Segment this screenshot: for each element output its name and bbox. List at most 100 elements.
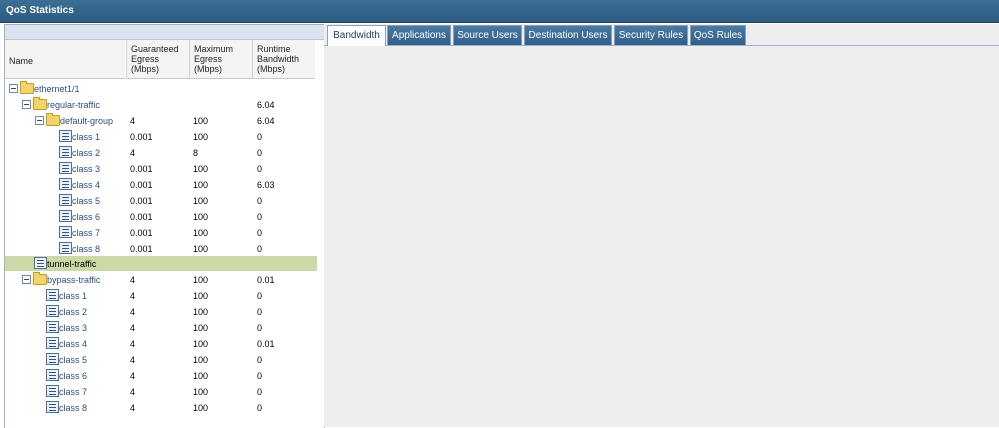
maximum-egress: 100 <box>193 403 209 413</box>
maximum-egress: 100 <box>193 355 209 365</box>
qos-class-icon <box>59 178 72 190</box>
tree-row[interactable]: regular-traffic 6.04 <box>5 97 317 112</box>
guaranteed-egress: 0.001 <box>130 196 153 206</box>
column-header-guaranteed-egress[interactable]: Guaranteed Egress (Mbps) <box>126 40 189 79</box>
tab-destination-users[interactable]: Destination Users <box>524 25 612 45</box>
maximum-egress: 100 <box>193 323 209 333</box>
tree-row[interactable]: class 8 4 100 0 <box>5 400 317 415</box>
maximum-egress: 100 <box>193 387 209 397</box>
column-header-maximum-egress[interactable]: Maximum Egress (Mbps) <box>189 40 252 79</box>
tree-row[interactable]: ethernet1/1 <box>5 81 317 96</box>
tree-row[interactable]: class 5 0.001 100 0 <box>5 193 317 208</box>
tree-row[interactable]: class 2 4 100 0 <box>5 304 317 319</box>
guaranteed-egress: 4 <box>130 371 136 381</box>
guaranteed-egress: 0.001 <box>130 228 153 238</box>
tree-row[interactable]: class 4 0.001 100 6.03 <box>5 177 317 192</box>
maximum-egress: 100 <box>193 132 209 142</box>
runtime-bandwidth: 0 <box>257 291 263 301</box>
guaranteed-egress: 0.001 <box>130 164 153 174</box>
guaranteed-egress: 4 <box>130 116 136 126</box>
content-area <box>324 24 999 427</box>
collapse-toggle-icon[interactable] <box>9 84 18 93</box>
row-name: class 3 <box>59 323 88 333</box>
runtime-bandwidth: 0 <box>257 244 263 254</box>
qos-class-icon <box>46 385 59 397</box>
row-name: bypass-traffic <box>47 275 101 285</box>
tab-source-users[interactable]: Source Users <box>453 25 522 45</box>
maximum-egress: 100 <box>193 116 209 126</box>
row-name: class 8 <box>59 403 88 413</box>
runtime-bandwidth: 0 <box>257 148 263 158</box>
guaranteed-egress: 4 <box>130 355 136 365</box>
maximum-egress: 100 <box>193 275 209 285</box>
tree-row[interactable]: class 3 0.001 100 0 <box>5 161 317 176</box>
row-name: class 4 <box>72 180 101 190</box>
row-name: class 8 <box>72 244 101 254</box>
guaranteed-egress: 4 <box>130 307 136 317</box>
runtime-bandwidth: 6.04 <box>257 116 275 126</box>
maximum-egress: 100 <box>193 371 209 381</box>
tree-row[interactable]: class 1 4 100 0 <box>5 288 317 303</box>
tree-row[interactable]: class 3 4 100 0 <box>5 320 317 335</box>
column-header-runtime-bandwidth[interactable]: Runtime Bandwidth (Mbps) <box>252 40 315 79</box>
tree-row[interactable]: class 8 0.001 100 0 <box>5 241 317 256</box>
tree-row[interactable]: class 7 4 100 0 <box>5 384 317 399</box>
runtime-bandwidth: 0 <box>257 228 263 238</box>
row-name: class 2 <box>72 148 101 158</box>
qos-class-icon <box>59 162 72 174</box>
tree-row-selected[interactable]: tunnel-traffic <box>5 256 317 271</box>
runtime-bandwidth: 0 <box>257 212 263 222</box>
row-name: class 5 <box>72 196 101 206</box>
tree-row[interactable]: class 6 0.001 100 0 <box>5 209 317 224</box>
collapse-toggle-icon[interactable] <box>35 116 44 125</box>
row-name: class 5 <box>59 355 88 365</box>
runtime-bandwidth: 0 <box>257 196 263 206</box>
folder-icon <box>33 97 47 110</box>
row-name: class 7 <box>72 228 101 238</box>
collapse-toggle-icon[interactable] <box>22 275 31 284</box>
tab-strip: Bandwidth Applications Source Users Dest… <box>324 24 999 46</box>
guaranteed-egress: 4 <box>130 148 136 158</box>
maximum-egress: 8 <box>193 148 199 158</box>
runtime-bandwidth: 0 <box>257 132 263 142</box>
guaranteed-egress: 4 <box>130 275 136 285</box>
folder-icon <box>33 272 47 285</box>
tab-bandwidth[interactable]: Bandwidth <box>327 25 386 46</box>
row-name: class 1 <box>72 132 101 142</box>
tab-qos-rules[interactable]: QoS Rules <box>690 25 746 45</box>
qos-tree-panel: Name Guaranteed Egress (Mbps) Maximum Eg… <box>4 24 325 428</box>
tree-row[interactable]: class 4 4 100 0.01 <box>5 336 317 351</box>
guaranteed-egress: 0.001 <box>130 180 153 190</box>
qos-class-icon <box>59 130 72 142</box>
tree-row[interactable]: bypass-traffic 4 100 0.01 <box>5 272 317 287</box>
tree-row[interactable]: class 6 4 100 0 <box>5 368 317 383</box>
runtime-bandwidth: 0 <box>257 403 263 413</box>
guaranteed-egress: 4 <box>130 291 136 301</box>
tree-row[interactable]: class 2 4 8 0 <box>5 145 317 160</box>
column-header-name[interactable]: Name <box>5 40 125 79</box>
runtime-bandwidth: 0 <box>257 323 263 333</box>
row-name: default-group <box>60 116 114 126</box>
panel-header-strip <box>5 25 324 40</box>
window-titlebar: QoS Statistics <box>0 0 999 23</box>
maximum-egress: 100 <box>193 244 209 254</box>
tree-row[interactable]: class 5 4 100 0 <box>5 352 317 367</box>
row-name: tunnel-traffic <box>47 259 97 269</box>
qos-class-icon <box>59 226 72 238</box>
qos-class-icon <box>46 401 59 413</box>
collapse-toggle-icon[interactable] <box>22 100 31 109</box>
guaranteed-egress: 0.001 <box>130 132 153 142</box>
guaranteed-egress: 4 <box>130 403 136 413</box>
tab-security-rules[interactable]: Security Rules <box>614 25 688 45</box>
tree-row[interactable]: default-group 4 100 6.04 <box>5 113 317 128</box>
runtime-bandwidth: 0 <box>257 387 263 397</box>
tree-row[interactable]: class 7 0.001 100 0 <box>5 225 317 240</box>
tab-applications[interactable]: Applications <box>387 25 451 45</box>
guaranteed-egress: 4 <box>130 339 136 349</box>
maximum-egress: 100 <box>193 164 209 174</box>
tree-row[interactable]: class 1 0.001 100 0 <box>5 129 317 144</box>
qos-class-icon <box>59 242 72 254</box>
row-name: class 7 <box>59 387 88 397</box>
runtime-bandwidth: 0 <box>257 371 263 381</box>
guaranteed-egress: 0.001 <box>130 212 153 222</box>
